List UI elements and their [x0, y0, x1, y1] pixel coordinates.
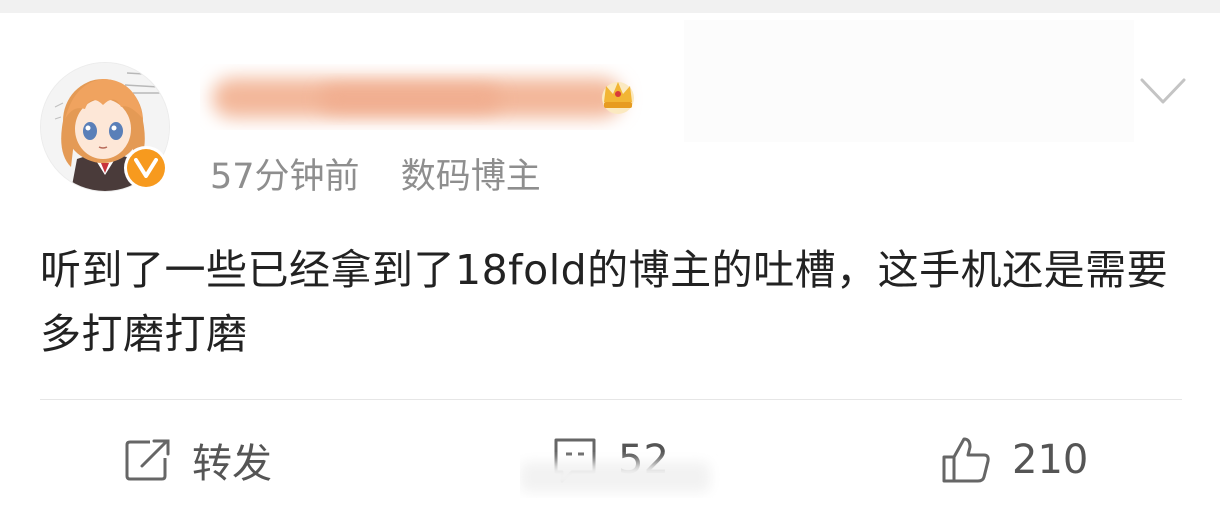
- like-button[interactable]: 210: [940, 432, 1088, 488]
- thumbs-up-icon: [940, 435, 992, 485]
- chevron-down-icon[interactable]: [1138, 74, 1188, 108]
- repost-label: 转发: [192, 441, 272, 487]
- username-redacted: [200, 64, 660, 130]
- divider: [40, 399, 1182, 400]
- like-count: 210: [1012, 437, 1089, 483]
- verified-v-icon: [124, 146, 168, 190]
- source-tag[interactable]: 数码博主: [401, 157, 541, 197]
- top-strip: [0, 0, 1220, 13]
- repost-button[interactable]: 转发: [124, 432, 272, 488]
- crown-icon: [596, 72, 640, 116]
- weibo-post-card: 57分钟前 数码博主 听到了一些已经拿到了18fold的博主的吐槽，这手机还是需…: [0, 0, 1220, 511]
- post-time: 57分钟前: [210, 157, 360, 197]
- share-icon: [124, 438, 172, 482]
- post-text: 听到了一些已经拿到了18fold的博主的吐槽，这手机还是需要多打磨打磨: [40, 246, 1169, 358]
- watermark-blur: [520, 452, 720, 498]
- redacted-area: [684, 20, 1134, 142]
- post-meta: 57分钟前 数码博主: [210, 154, 541, 200]
